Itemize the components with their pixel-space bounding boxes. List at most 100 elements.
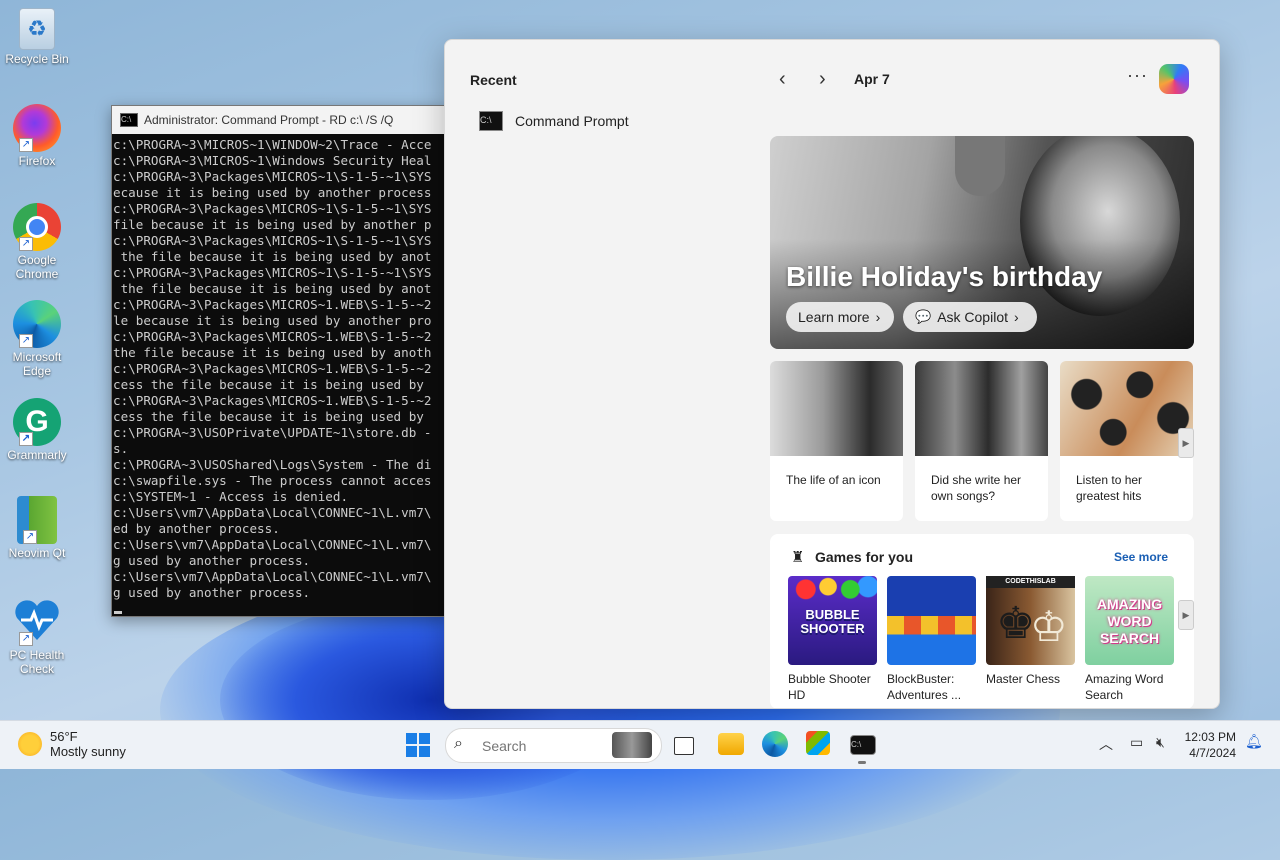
chrome-icon: ↗: [13, 203, 61, 251]
network-icon[interactable]: ▭: [1130, 734, 1143, 751]
game-master-chess[interactable]: CODETHISLAB ♚ ♔ Master Chess: [986, 576, 1076, 687]
cmd-output-line: s.: [113, 441, 129, 456]
game-thumbnail: [887, 576, 976, 665]
taskbar: 56°F Mostly sunny ⌕ C:\ ︿ ▭ 🔇︎ 12:03 PM …: [0, 720, 1280, 769]
game-thumbnail-text: AMAZING WORD SEARCH: [1096, 596, 1163, 646]
hero-title: Billie Holiday's birthday: [786, 261, 1103, 292]
cmd-output-line: cess the file because it is being used b…: [113, 377, 424, 392]
game-name: Amazing Word Search: [1085, 672, 1164, 702]
task-view-icon[interactable]: [674, 737, 694, 755]
cmd-output-line: c:\PROGRA~3\USOShared\Logs\System - The …: [113, 457, 432, 472]
ask-copilot-button[interactable]: 💬 Ask Copilot ›: [903, 302, 1037, 332]
chevron-right-icon: ›: [1014, 309, 1019, 325]
weather-widget[interactable]: 56°F Mostly sunny: [18, 729, 126, 759]
see-more-link[interactable]: See more: [1114, 550, 1168, 564]
games-scroll-right-icon[interactable]: ▶: [1178, 600, 1194, 630]
chess-king-icon: ♔: [1030, 603, 1068, 650]
prev-arrow-icon[interactable]: ‹: [779, 68, 786, 91]
cmd-icon: C:\: [120, 113, 138, 127]
game-bubble-shooter[interactable]: BUBBLE SHOOTER Bubble Shooter HD: [788, 576, 878, 703]
desktop-icon-edge[interactable]: ↗ Microsoft Edge: [4, 300, 70, 378]
desktop-icon-neovim[interactable]: ↗ Neovim Qt: [4, 496, 70, 560]
weather-temperature: 56°F: [50, 729, 78, 744]
more-options-icon[interactable]: ···: [1127, 65, 1148, 86]
cmd-output-line: ecause it is being used by another proce…: [113, 185, 432, 200]
edge-icon[interactable]: [762, 731, 788, 757]
cmd-output-line: c:\PROGRA~3\Packages\MICROS~1.WEB\S-1-5-…: [113, 361, 432, 376]
firefox-icon: ↗: [13, 104, 61, 152]
command-prompt-window[interactable]: C:\ Administrator: Command Prompt - RD c…: [111, 105, 448, 617]
cmd-output-line: le because it is being used by another p…: [113, 313, 432, 328]
story-image: [770, 361, 903, 456]
windows-logo-pane: [406, 746, 417, 757]
search-input[interactable]: [480, 737, 614, 755]
volume-muted-icon[interactable]: 🔇︎: [1156, 734, 1165, 751]
widgets-panel: Recent C:\ Command Prompt ‹ › Apr 7 ··· …: [444, 39, 1220, 709]
cmd-output-line: ed by another process.: [113, 521, 280, 536]
recent-heading: Recent: [470, 72, 517, 88]
desktop-icon-label: Google Chrome: [15, 253, 59, 281]
desktop-icon-pc-health-check[interactable]: ↗ PC Health Check: [4, 598, 70, 676]
cmd-output-line: the file because it is being used by ano…: [113, 345, 432, 360]
search-icon: ⌕: [454, 735, 463, 752]
neovim-icon: ↗: [17, 496, 57, 544]
hero-image-mic: [955, 136, 1005, 196]
games-heading: Games for you: [815, 549, 914, 565]
cmd-icon: C:\: [479, 111, 503, 131]
story-image: [915, 361, 1048, 456]
next-arrow-icon[interactable]: ›: [819, 68, 826, 91]
cmd-output-line: c:\PROGRA~3\Packages\MICROS~1\S-1-5-~1\S…: [113, 169, 432, 184]
game-amazing-word-search[interactable]: AMAZING WORD SEARCH Amazing Word Search: [1085, 576, 1175, 703]
learn-more-label: Learn more: [798, 309, 870, 325]
desktop-icon-grammarly[interactable]: G ↗ Grammarly: [4, 398, 70, 462]
taskbar-search[interactable]: ⌕: [445, 728, 662, 763]
hero-card[interactable]: Billie Holiday's birthday Learn more › 💬…: [770, 136, 1194, 349]
learn-more-button[interactable]: Learn more ›: [786, 302, 894, 332]
cmd-output-line: the file because it is being used by ano…: [113, 281, 432, 296]
file-explorer-icon[interactable]: [718, 733, 744, 755]
game-thumbnail-text: CODETHISLAB: [986, 576, 1075, 588]
cmd-title: Administrator: Command Prompt - RD c:\ /…: [144, 113, 394, 127]
cmd-output-line: g used by another process.: [113, 585, 311, 600]
clock-date: 4/7/2024: [1189, 746, 1236, 760]
running-indicator: [858, 761, 866, 764]
cards-scroll-right-icon[interactable]: ▶: [1178, 428, 1194, 458]
story-card-life-of-icon[interactable]: The life of an icon: [770, 361, 903, 521]
show-hidden-icons-chevron-up-icon[interactable]: ︿: [1099, 734, 1113, 754]
story-card-greatest-hits[interactable]: Listen to her greatest hits: [1060, 361, 1193, 521]
notification-bell-icon[interactable]: 🔔︎: [1245, 733, 1263, 750]
desktop-icon-recycle-bin[interactable]: ♻ Recycle Bin: [4, 8, 70, 66]
chat-bubble-icon: 💬: [915, 309, 932, 324]
terminal-icon[interactable]: C:\: [850, 735, 876, 755]
cmd-output-line: c:\swapfile.sys - The process cannot acc…: [113, 473, 432, 488]
start-button[interactable]: [406, 733, 430, 757]
cmd-output-line: c:\Users\vm7\AppData\Local\CONNEC~1\L.vm…: [113, 569, 432, 584]
windows-logo-pane: [419, 733, 430, 744]
game-pieces-icon: ♜: [791, 549, 805, 566]
game-thumbnail: CODETHISLAB ♚ ♔: [986, 576, 1075, 665]
system-clock[interactable]: 12:03 PM 4/7/2024: [1176, 729, 1236, 761]
story-card-own-songs[interactable]: Did she write her own songs?: [915, 361, 1048, 521]
game-blockbuster[interactable]: BlockBuster: Adventures ...: [887, 576, 977, 703]
cmd-output[interactable]: c:\PROGRA~3\MICROS~1\WINDOW~2\Trace - Ac…: [112, 134, 447, 601]
desktop-icon-firefox[interactable]: ↗ Firefox: [4, 104, 70, 168]
desktop-icon-chrome[interactable]: ↗ Google Chrome: [4, 203, 70, 281]
cmd-output-line: c:\SYSTEM~1 - Access is denied.: [113, 489, 349, 504]
cmd-output-line: c:\PROGRA~3\Packages\MICROS~1\S-1-5-~1\S…: [113, 233, 432, 248]
cmd-titlebar[interactable]: C:\ Administrator: Command Prompt - RD c…: [112, 106, 447, 134]
cmd-output-line: c:\PROGRA~3\Packages\MICROS~1.WEB\S-1-5-…: [113, 393, 432, 408]
story-text: The life of an icon: [786, 473, 881, 487]
feed-date: Apr 7: [854, 71, 890, 87]
desktop-icon-label: Grammarly: [7, 448, 67, 462]
story-image: [1060, 361, 1193, 456]
store-icon[interactable]: [806, 731, 830, 755]
cmd-cursor: [114, 611, 122, 614]
health-check-icon: ↗: [13, 598, 61, 646]
game-name: Bubble Shooter HD: [788, 672, 871, 702]
edge-icon: ↗: [13, 300, 61, 348]
cmd-output-line: c:\PROGRA~3\USOPrivate\UPDATE~1\store.db…: [113, 425, 432, 440]
clock-time: 12:03 PM: [1184, 730, 1236, 744]
copilot-icon[interactable]: [1159, 64, 1189, 94]
recent-item-command-prompt[interactable]: C:\ Command Prompt: [479, 111, 629, 131]
game-thumbnail: AMAZING WORD SEARCH: [1085, 576, 1174, 665]
